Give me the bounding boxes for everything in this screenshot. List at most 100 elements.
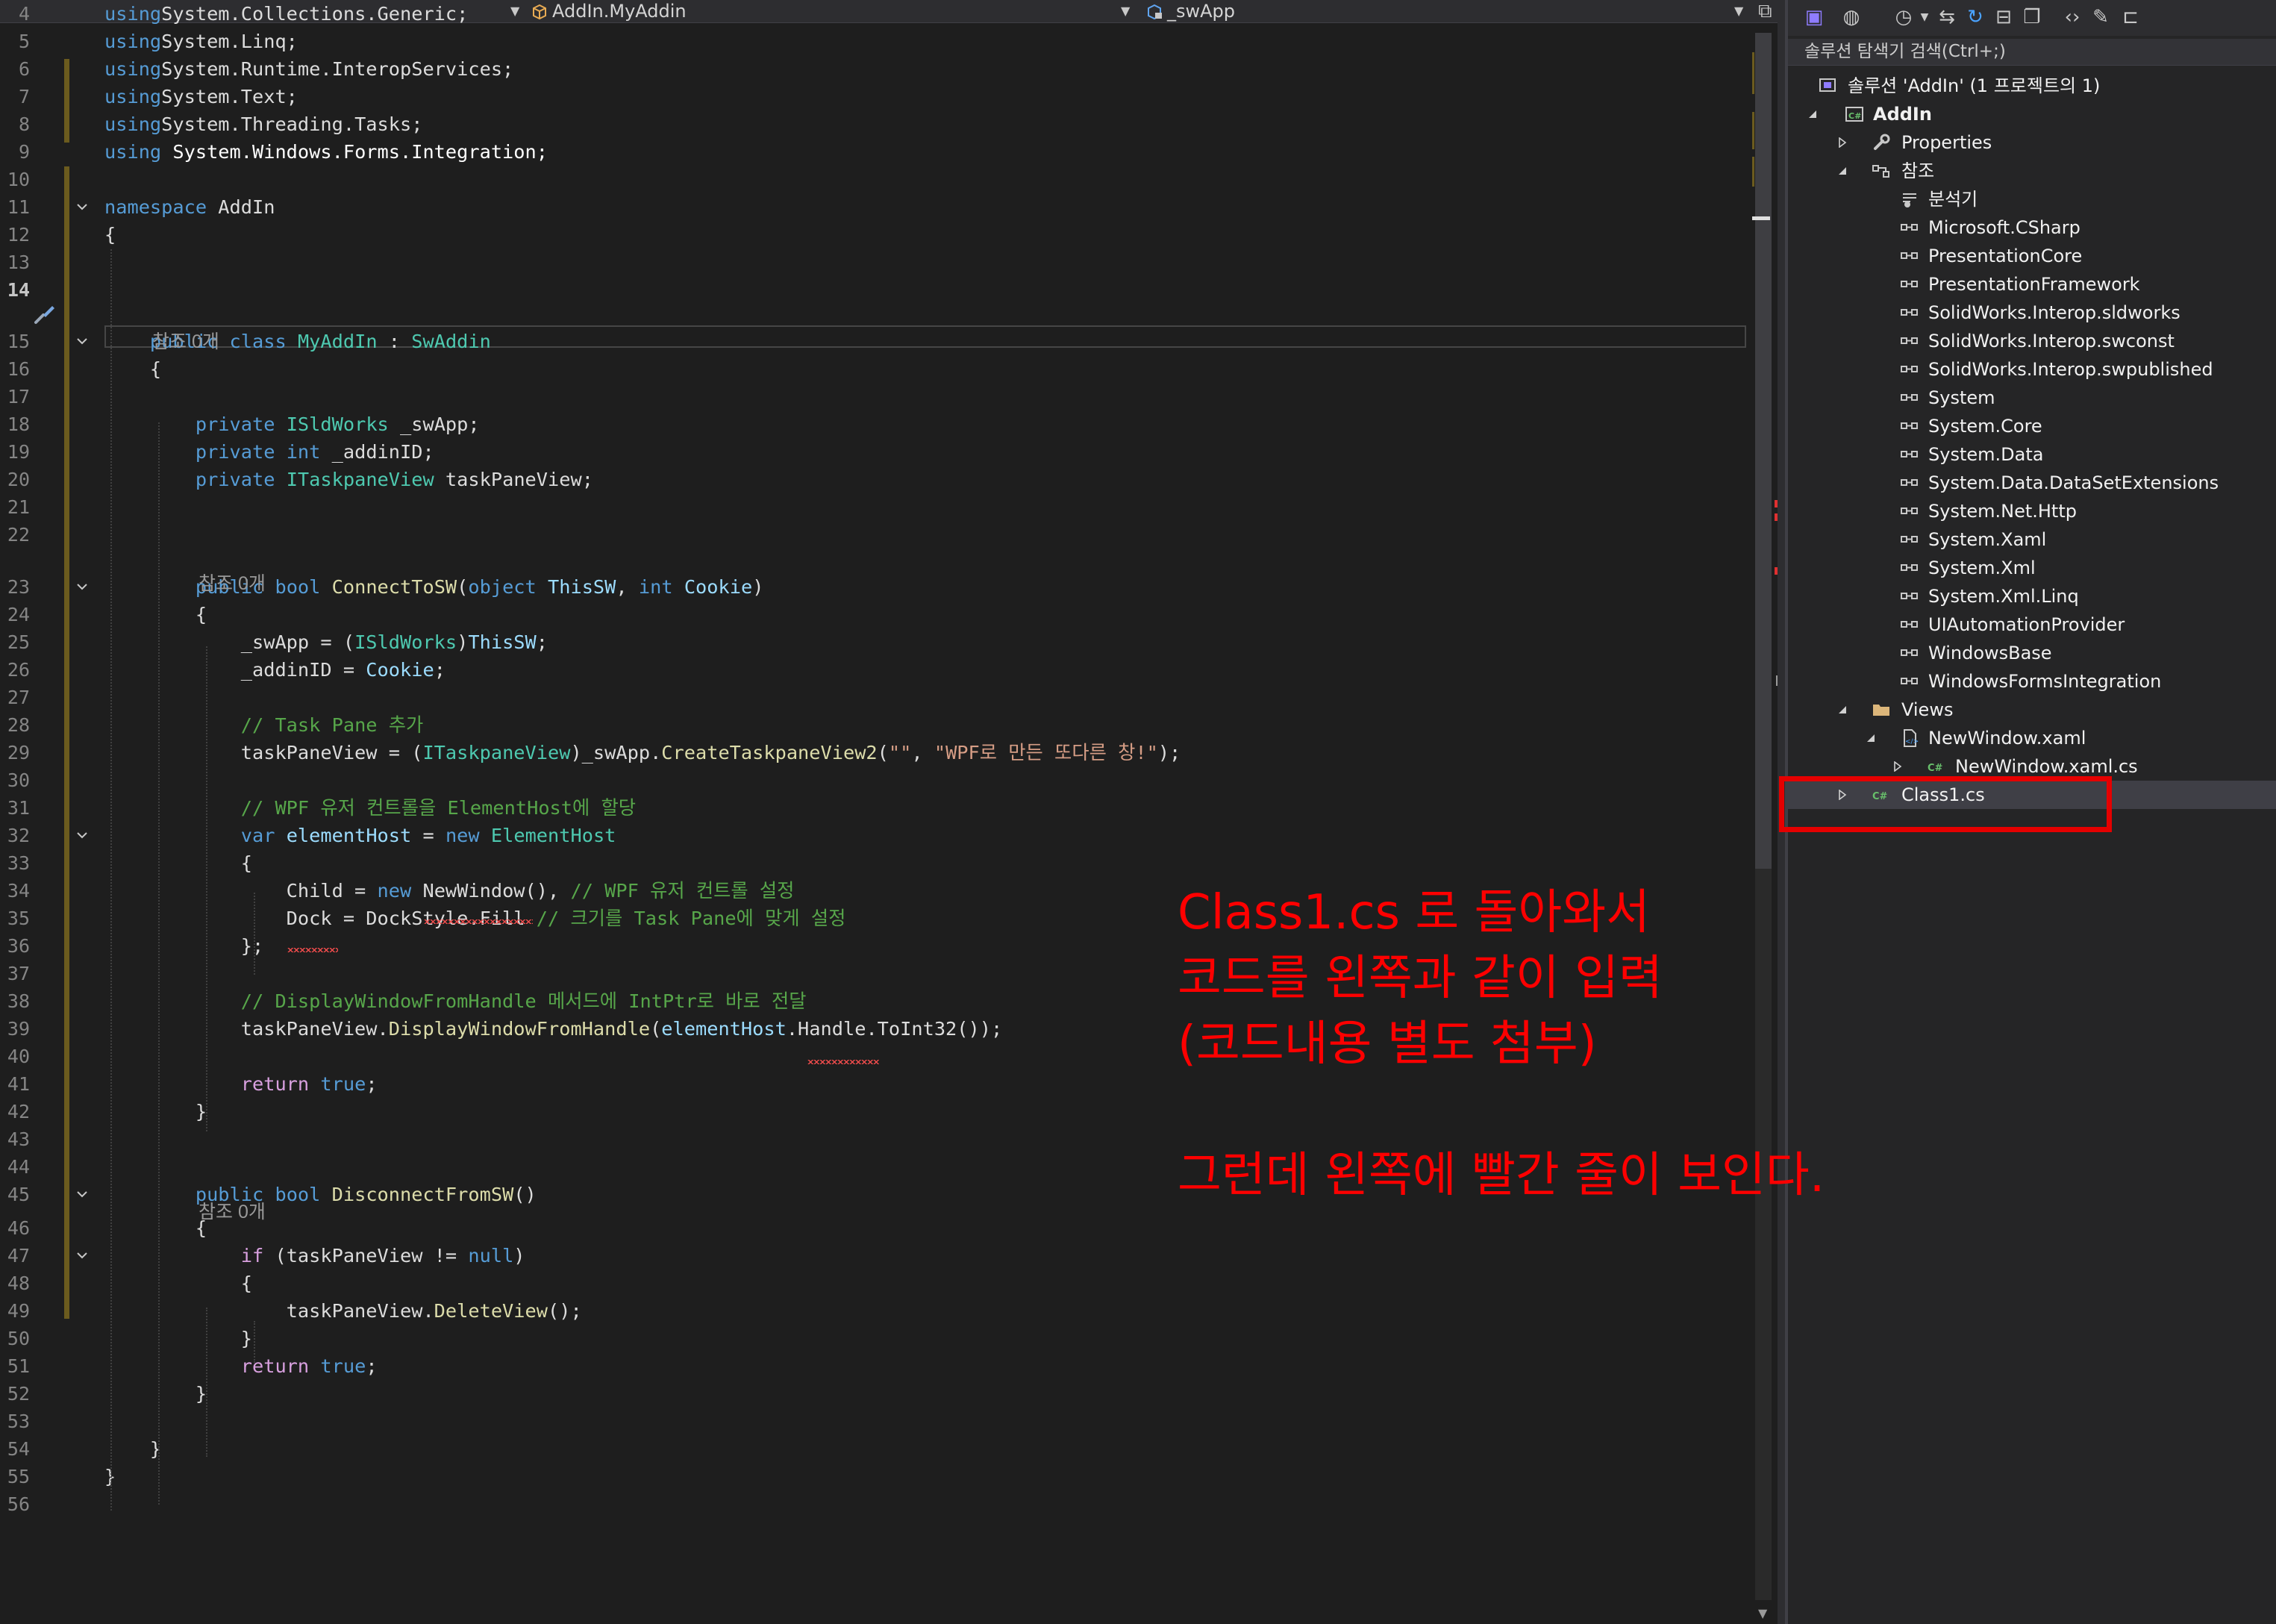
code-text[interactable]: private ISldWorks _swApp; <box>104 410 480 438</box>
solution-explorer-search[interactable]: 솔루션 탐색기 검색(Ctrl+;) <box>1788 39 2276 66</box>
codelens-reference-count[interactable]: 참조 0개 <box>198 573 266 595</box>
tree-item[interactable]: PresentationFramework <box>1788 270 2276 299</box>
code-line[interactable]: 4 usingSystem.Collections.Generic; <box>0 0 1746 28</box>
tree-item[interactable]: System.Net.Http <box>1788 497 2276 525</box>
fold-chevron-icon[interactable] <box>75 1242 90 1269</box>
expanded-triangle-icon[interactable] <box>1804 100 1822 128</box>
code-line[interactable]: 5 usingSystem.Linq; <box>0 28 1746 55</box>
code-line[interactable]: 8 usingSystem.Threading.Tasks; <box>0 110 1746 138</box>
tree-item[interactable]: SolidWorks.Interop.swconst <box>1788 327 2276 355</box>
chevron-down-icon[interactable]: ▼ <box>1913 6 1936 28</box>
code-line[interactable]: 42 } <box>0 1098 1746 1125</box>
tree-item[interactable]: System.Xaml <box>1788 525 2276 554</box>
fold-chevron-icon[interactable] <box>75 1181 90 1208</box>
code-line[interactable]: 26 _addinID = Cookie; <box>0 656 1746 684</box>
code-line[interactable]: 18 private ISldWorks _swApp; <box>0 410 1746 438</box>
codelens-reference-count[interactable]: 참조 0개 <box>198 1202 266 1223</box>
code-line[interactable]: 27 <box>0 684 1746 711</box>
code-text[interactable]: if (taskPaneView != null) <box>104 1242 525 1269</box>
code-text[interactable]: } <box>104 1098 207 1125</box>
code-text[interactable]: { <box>104 601 207 628</box>
code-text[interactable]: private ITaskpaneView taskPaneView; <box>104 466 593 493</box>
code-text[interactable]: usingSystem.Text; <box>104 83 298 110</box>
fold-chevron-icon[interactable] <box>75 328 90 355</box>
wrench-icon[interactable]: ✎ <box>2089 6 2112 28</box>
code-line[interactable]: 51 return true; <box>0 1352 1746 1380</box>
code-line[interactable]: 53 <box>0 1408 1746 1435</box>
code-text[interactable]: }; <box>104 932 263 960</box>
code-text[interactable]: _swApp = (ISldWorks)ThisSW; <box>104 628 548 656</box>
tree-item[interactable]: SolidWorks.Interop.swpublished <box>1788 355 2276 384</box>
code-text[interactable]: public bool DisconnectFromSW() <box>104 1181 537 1208</box>
tree-item[interactable]: System.Data <box>1788 440 2276 469</box>
globe-icon[interactable]: ◍ <box>1840 6 1863 28</box>
tree-item[interactable]: C# AddIn <box>1788 100 2276 128</box>
tree-item[interactable]: System.Xml.Linq <box>1788 582 2276 610</box>
tree-item[interactable]: Microsoft.CSharp <box>1788 213 2276 242</box>
tree-item[interactable]: System.Core <box>1788 412 2276 440</box>
tree-item[interactable]: System.Xml <box>1788 554 2276 582</box>
code-line[interactable]: 22 <box>0 521 1746 549</box>
preview-icon[interactable]: ⊏ <box>2119 6 2142 28</box>
code-text[interactable]: taskPaneView.DeleteView(); <box>104 1297 582 1325</box>
tree-item[interactable]: 참조 <box>1788 157 2276 185</box>
code-text[interactable]: usingSystem.Collections.Generic; <box>104 0 468 28</box>
code-text[interactable]: // Task Pane 추가 <box>104 711 424 739</box>
split-window-icon[interactable]: ⧉ <box>1758 0 1772 22</box>
code-line[interactable]: 11 namespace AddIn <box>0 193 1746 221</box>
code-editor[interactable]: 4 usingSystem.Collections.Generic; 5 usingS… <box>0 3 1746 1624</box>
code-line[interactable]: 12 { <box>0 221 1746 249</box>
code-line[interactable]: 28 // Task Pane 추가 <box>0 711 1746 739</box>
expanded-triangle-icon[interactable] <box>1834 157 1852 185</box>
code-line[interactable]: 21 <box>0 493 1746 521</box>
code-line[interactable]: 49 taskPaneView.DeleteView(); <box>0 1297 1746 1325</box>
code-text[interactable]: { <box>104 849 252 877</box>
tree-item[interactable]: System.Data.DataSetExtensions <box>1788 469 2276 497</box>
fold-chevron-icon[interactable] <box>75 573 90 601</box>
code-line[interactable]: 20 private ITaskpaneView taskPaneView; <box>0 466 1746 493</box>
tree-item[interactable]: System <box>1788 384 2276 412</box>
code-line[interactable]: 6 usingSystem.Runtime.InteropServices; <box>0 55 1746 83</box>
code-line[interactable]: 55} <box>0 1463 1746 1490</box>
tree-item[interactable]: 솔루션 'AddIn' (1 프로젝트의 1) <box>1788 72 2276 100</box>
scrollbar-thumb[interactable] <box>1755 33 1772 869</box>
tree-item[interactable]: Properties <box>1788 128 2276 157</box>
code-text[interactable]: // DisplayWindowFromHandle 메서드에 IntPtr로 … <box>104 987 807 1015</box>
code-text[interactable]: usingSystem.Threading.Tasks; <box>104 110 422 138</box>
tree-item[interactable]: UIAutomationProvider <box>1788 610 2276 639</box>
fold-chevron-icon[interactable] <box>75 193 90 221</box>
tree-item[interactable]: 분석기 <box>1788 185 2276 213</box>
code-line[interactable]: 17 <box>0 383 1746 410</box>
code-line[interactable]: 54 } <box>0 1435 1746 1463</box>
code-text[interactable]: taskPaneView = (ITaskpaneView)_swApp.Cre… <box>104 739 1181 766</box>
code-line[interactable]: 52 } <box>0 1380 1746 1408</box>
tree-item[interactable]: PresentationCore <box>1788 242 2276 270</box>
vs-icon[interactable]: ▣ <box>1803 6 1825 28</box>
code-text[interactable]: { <box>104 355 161 383</box>
expanded-triangle-icon[interactable] <box>1834 696 1852 724</box>
code-text[interactable]: // WPF 유저 컨트롤을 ElementHost에 할당 <box>104 794 636 822</box>
code-line[interactable]: 50 } <box>0 1325 1746 1352</box>
scroll-down-arrow-icon[interactable]: ▼ <box>1758 1606 1767 1620</box>
sync-icon[interactable]: ⇆ <box>1936 6 1958 28</box>
history-icon[interactable]: ◷ <box>1892 6 1915 28</box>
code-text[interactable]: namespace AddIn <box>104 193 275 221</box>
expanded-triangle-icon[interactable] <box>1863 724 1880 752</box>
code-text[interactable]: Dock = DockStyle.Fill // 크기를 Task Pane에 … <box>104 905 846 932</box>
code-text[interactable]: } <box>104 1380 207 1408</box>
collapse-all-icon[interactable]: ⊟ <box>1992 6 2015 28</box>
code-line[interactable]: 31 // WPF 유저 컨트롤을 ElementHost에 할당 <box>0 794 1746 822</box>
code-line[interactable]: 13 <box>0 249 1746 276</box>
code-line[interactable]: 30 <box>0 766 1746 794</box>
code-text[interactable]: usingSystem.Linq; <box>104 28 298 55</box>
code-line[interactable]: 9 using System.Windows.Forms.Integration; <box>0 138 1746 166</box>
code-line[interactable]: 19 private int _addinID; <box>0 438 1746 466</box>
code-line[interactable]: 33 { <box>0 849 1746 877</box>
code-text[interactable]: usingSystem.Runtime.InteropServices; <box>104 55 513 83</box>
copy-icon[interactable]: ❐ <box>2021 6 2043 28</box>
code-text[interactable]: Child = new NewWindow(), // WPF 유저 컨트롤 설… <box>104 877 795 905</box>
code-text[interactable]: return true; <box>104 1070 378 1098</box>
code-text[interactable]: } <box>104 1325 252 1352</box>
code-line[interactable]: 56 <box>0 1490 1746 1518</box>
tree-item[interactable]: Views <box>1788 696 2276 724</box>
